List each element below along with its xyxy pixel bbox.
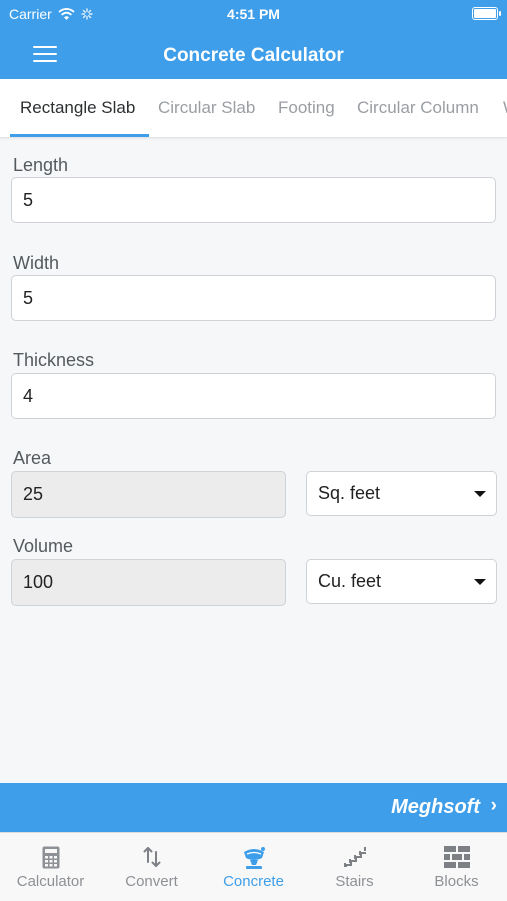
tab-rectangle-slab[interactable]: Rectangle Slab	[20, 79, 135, 137]
battery-icon	[472, 7, 501, 20]
tab-circular-column[interactable]: Circular Column	[357, 79, 479, 137]
area-unit-value: Sq. feet	[318, 483, 381, 503]
active-tab-indicator	[10, 134, 149, 137]
status-bar: Carrier 4:51 PM	[0, 6, 507, 24]
bricks-icon	[443, 846, 470, 868]
wifi-icon	[58, 7, 75, 20]
tab-footing[interactable]: Footing	[278, 79, 335, 137]
app-header: Carrier 4:51 PM Concrete Calculator	[0, 0, 507, 79]
thickness-label: Thickness	[13, 350, 95, 370]
tabbar-label: Concrete	[223, 873, 284, 890]
volume-label: Volume	[13, 536, 74, 556]
tabbar-blocks[interactable]: Blocks	[406, 833, 507, 901]
concrete-mixer-icon	[243, 847, 265, 869]
brand-link[interactable]: Meghsoft	[391, 796, 480, 819]
tabbar-calculator[interactable]: Calculator	[0, 833, 101, 901]
carrier-group: Carrier	[9, 6, 93, 22]
tabbar-label: Convert	[125, 873, 178, 890]
volume-result-field: 100	[11, 559, 286, 606]
tabbar-stairs[interactable]: Stairs	[304, 833, 405, 901]
tab-partial[interactable]: W	[503, 79, 507, 137]
area-unit-select[interactable]: Sq. feet	[306, 471, 497, 516]
tabbar-convert[interactable]: Convert	[101, 833, 202, 901]
activity-spinner-icon	[81, 8, 93, 20]
width-input[interactable]	[11, 275, 496, 321]
convert-arrows-icon	[143, 847, 160, 867]
area-result-field: 25	[11, 471, 286, 518]
tabbar-label: Stairs	[335, 873, 374, 890]
tabbar-concrete[interactable]: Concrete	[203, 833, 304, 901]
chevron-down-icon	[474, 491, 486, 497]
hamburger-menu-icon[interactable]	[33, 46, 57, 64]
thickness-input[interactable]	[11, 373, 496, 419]
calculator-icon	[42, 846, 59, 869]
tabbar-label: Calculator	[16, 873, 85, 890]
width-label: Width	[13, 253, 60, 273]
length-input[interactable]	[11, 177, 496, 223]
volume-unit-select[interactable]: Cu. feet	[306, 559, 497, 604]
chevron-right-icon: ›	[490, 795, 497, 816]
stairs-icon	[343, 847, 366, 867]
tab-circular-slab[interactable]: Circular Slab	[158, 79, 255, 137]
area-label: Area	[13, 448, 52, 468]
page-title: Concrete Calculator	[163, 45, 344, 66]
chevron-down-icon	[474, 579, 486, 585]
bottom-tab-bar: Calculator Convert Concrete Stairs Block…	[0, 832, 507, 901]
calculator-type-tabs: Rectangle Slab Circular Slab Footing Cir…	[0, 79, 507, 138]
tabbar-label: Blocks	[434, 873, 479, 890]
length-label: Length	[13, 155, 69, 175]
volume-unit-value: Cu. feet	[318, 571, 382, 591]
carrier-label: Carrier	[9, 6, 52, 22]
meghsoft-banner[interactable]: Meghsoft ›	[0, 783, 507, 832]
